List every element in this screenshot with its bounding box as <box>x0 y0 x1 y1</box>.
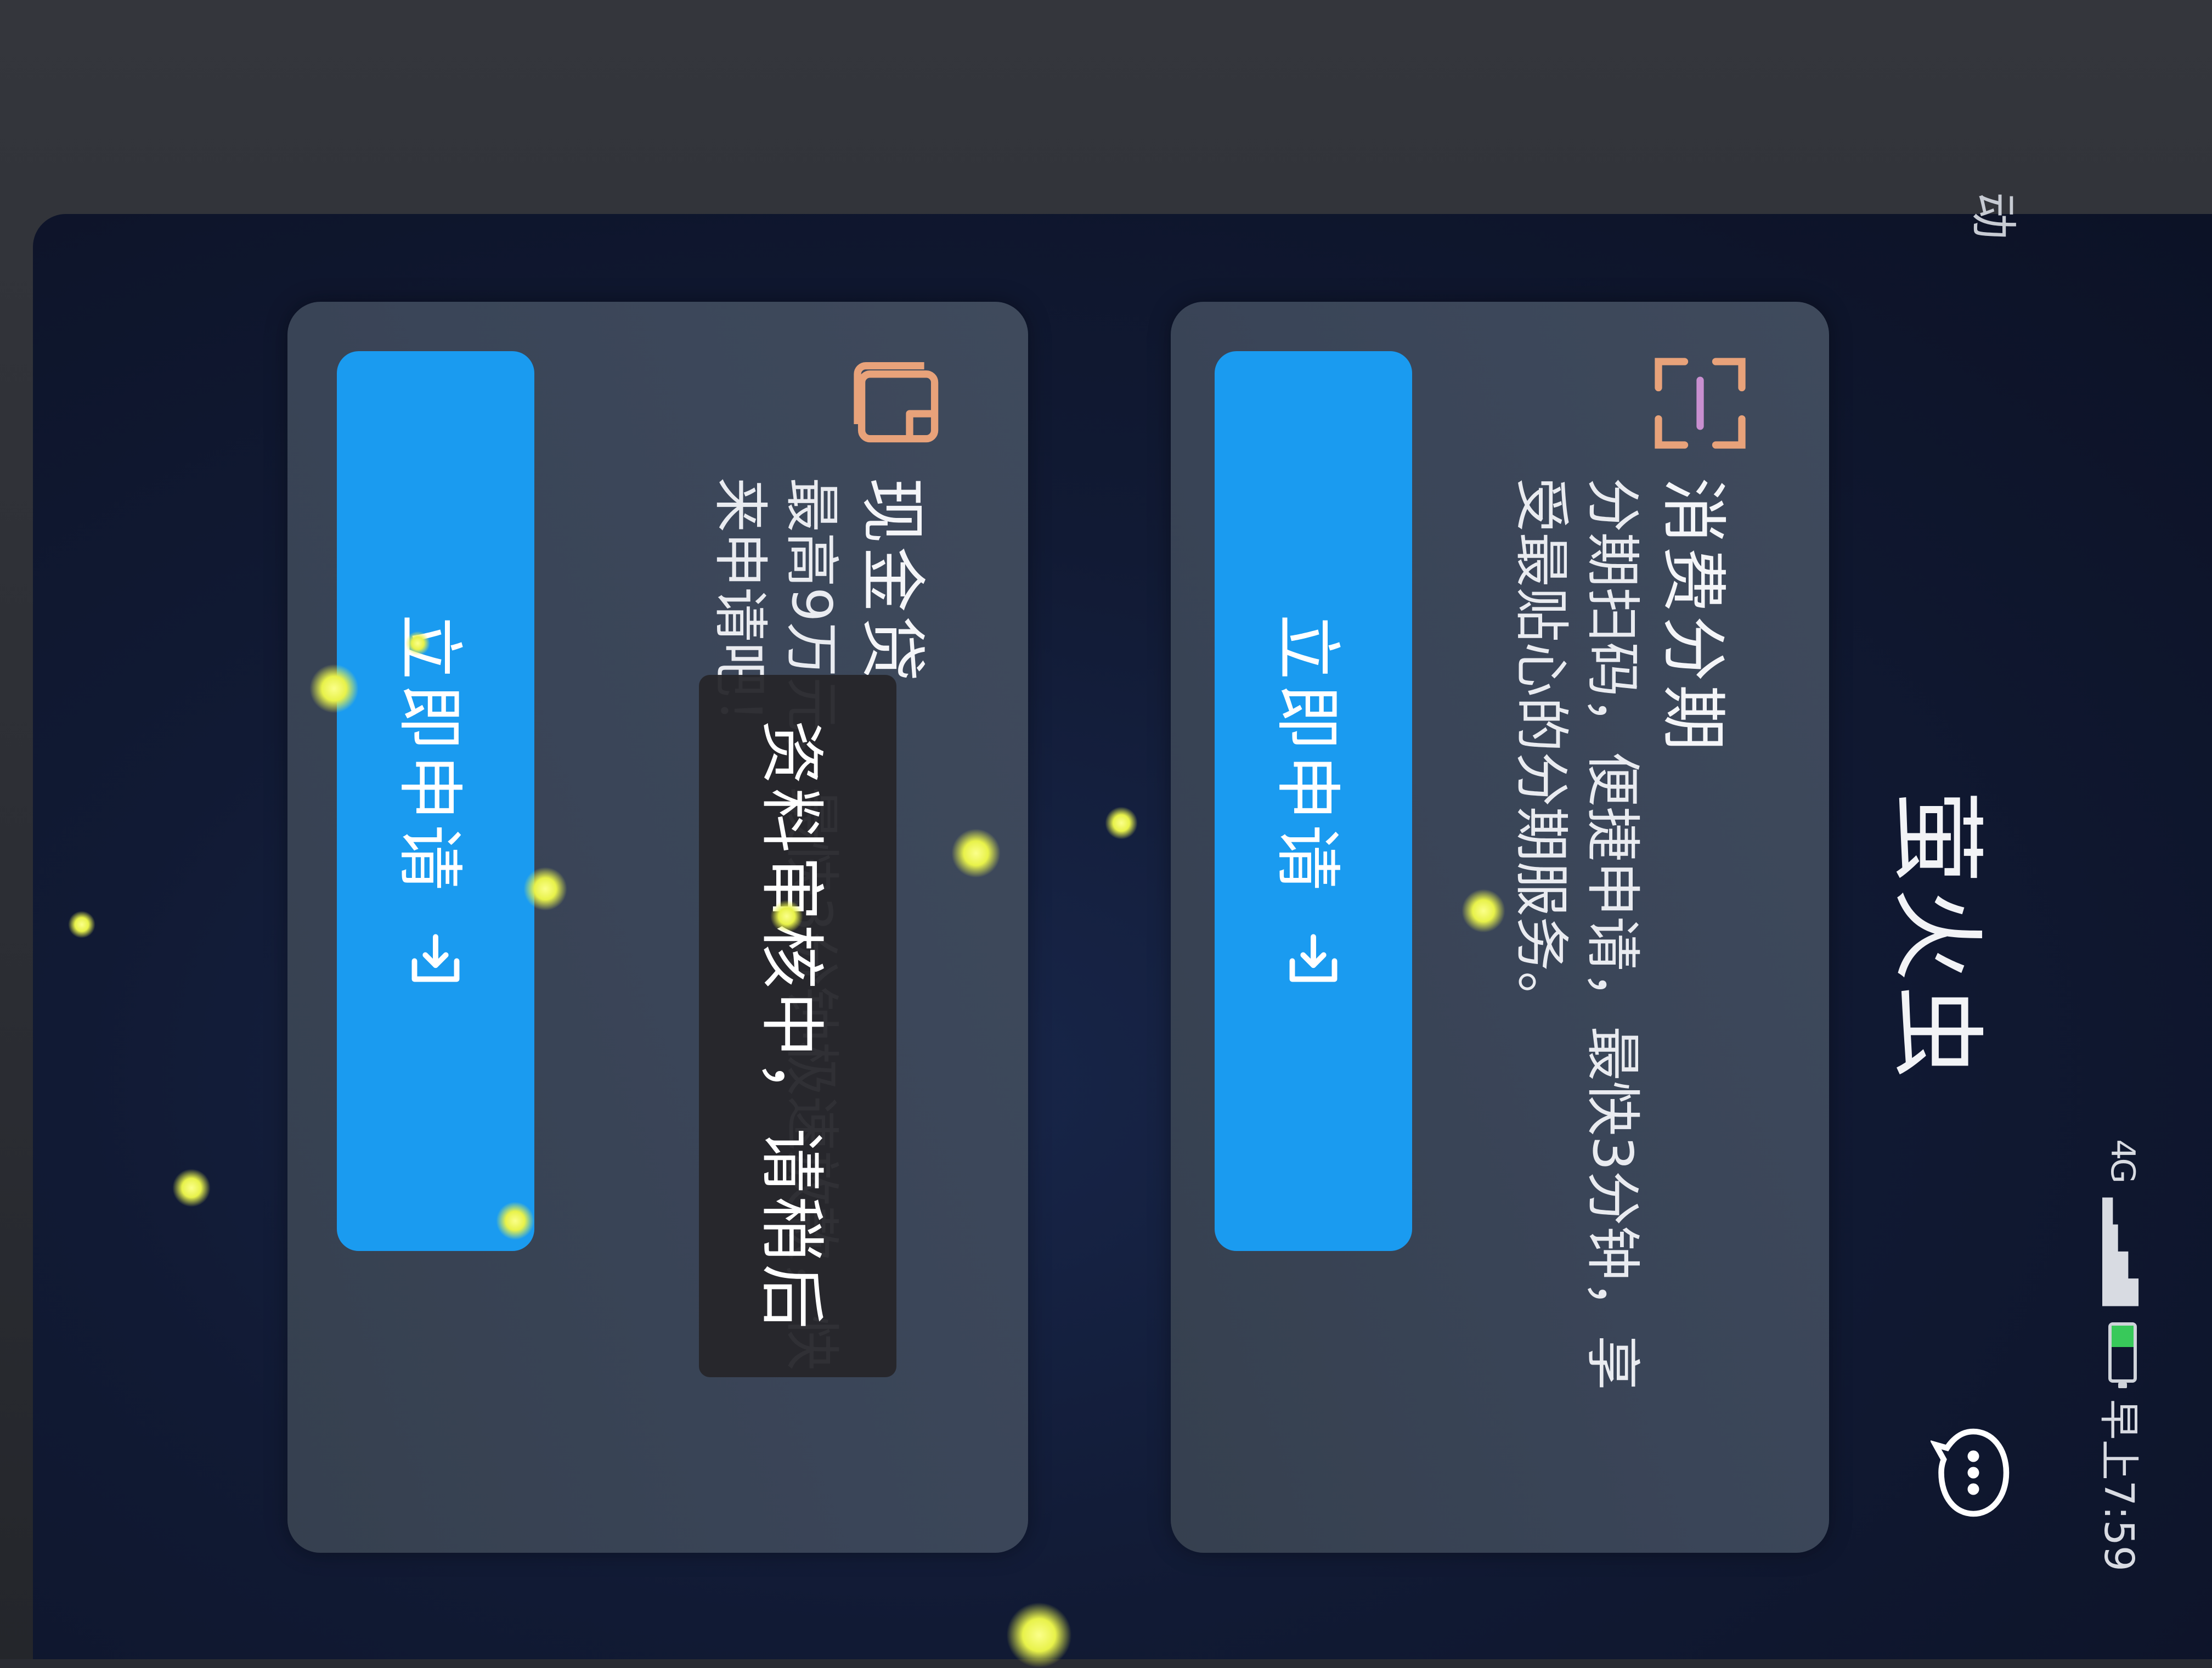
wallet-icon <box>854 362 939 443</box>
firefly-decoration <box>1462 889 1505 933</box>
firefly-decoration <box>496 1202 534 1240</box>
card-title: 消费分期 <box>1655 477 1731 754</box>
firefly-decoration <box>1105 807 1138 839</box>
firefly-decoration <box>1006 1602 1072 1668</box>
firefly-decoration <box>523 867 567 911</box>
battery-icon <box>2108 1322 2137 1383</box>
card-title: 现金贷 <box>854 477 930 685</box>
firefly-decoration <box>309 664 359 713</box>
network-indicator: 4G <box>2103 1139 2142 1181</box>
apply-now-button[interactable]: 立即申请 <box>337 351 534 1251</box>
toast-message: 资料审核中，请稍后 <box>699 675 896 1377</box>
signal-icon: ▂▃▅▇ <box>2102 1197 2143 1306</box>
firefly-decoration <box>172 1169 211 1207</box>
status-time: 早上7:59 <box>2095 1399 2143 1571</box>
chat-bubble-icon[interactable] <box>1931 1423 2013 1522</box>
firefly-decoration <box>770 900 803 933</box>
scan-icon <box>1655 358 1746 449</box>
nav-bar: 动 萤火虫 <box>1882 192 2065 1659</box>
app-view: 4G ▂▃▅▇ 早上7:59 动 萤火虫 消费分期 分期扫码，便捷申请，最快3分… <box>33 192 2180 1668</box>
enter-arrow-icon <box>1289 934 1338 982</box>
firefly-decoration <box>68 911 95 938</box>
apply-button-label: 立即申请 <box>393 614 466 895</box>
apply-button-label: 立即申请 <box>1271 614 1344 895</box>
card-consumer-installment: 消费分期 分期扫码，便捷申请，最快3分钟，享受最贴心的分期服务。 立即申请 <box>1171 302 1829 1553</box>
status-bar: 4G ▂▃▅▇ 早上7:59 <box>2065 214 2180 1659</box>
card-cash-loan: 现金贷 最高9万元，最快3分钟极速放款，快来申请吧！ 立即申请 <box>287 302 1028 1553</box>
firefly-decoration <box>405 631 430 656</box>
firefly-decoration <box>951 829 1001 878</box>
enter-arrow-icon <box>411 934 460 982</box>
apply-now-button[interactable]: 立即申请 <box>1215 351 1412 1251</box>
card-description: 分期扫码，便捷申请，最快3分钟，享受最贴心的分期服务。 <box>1509 477 1645 1390</box>
